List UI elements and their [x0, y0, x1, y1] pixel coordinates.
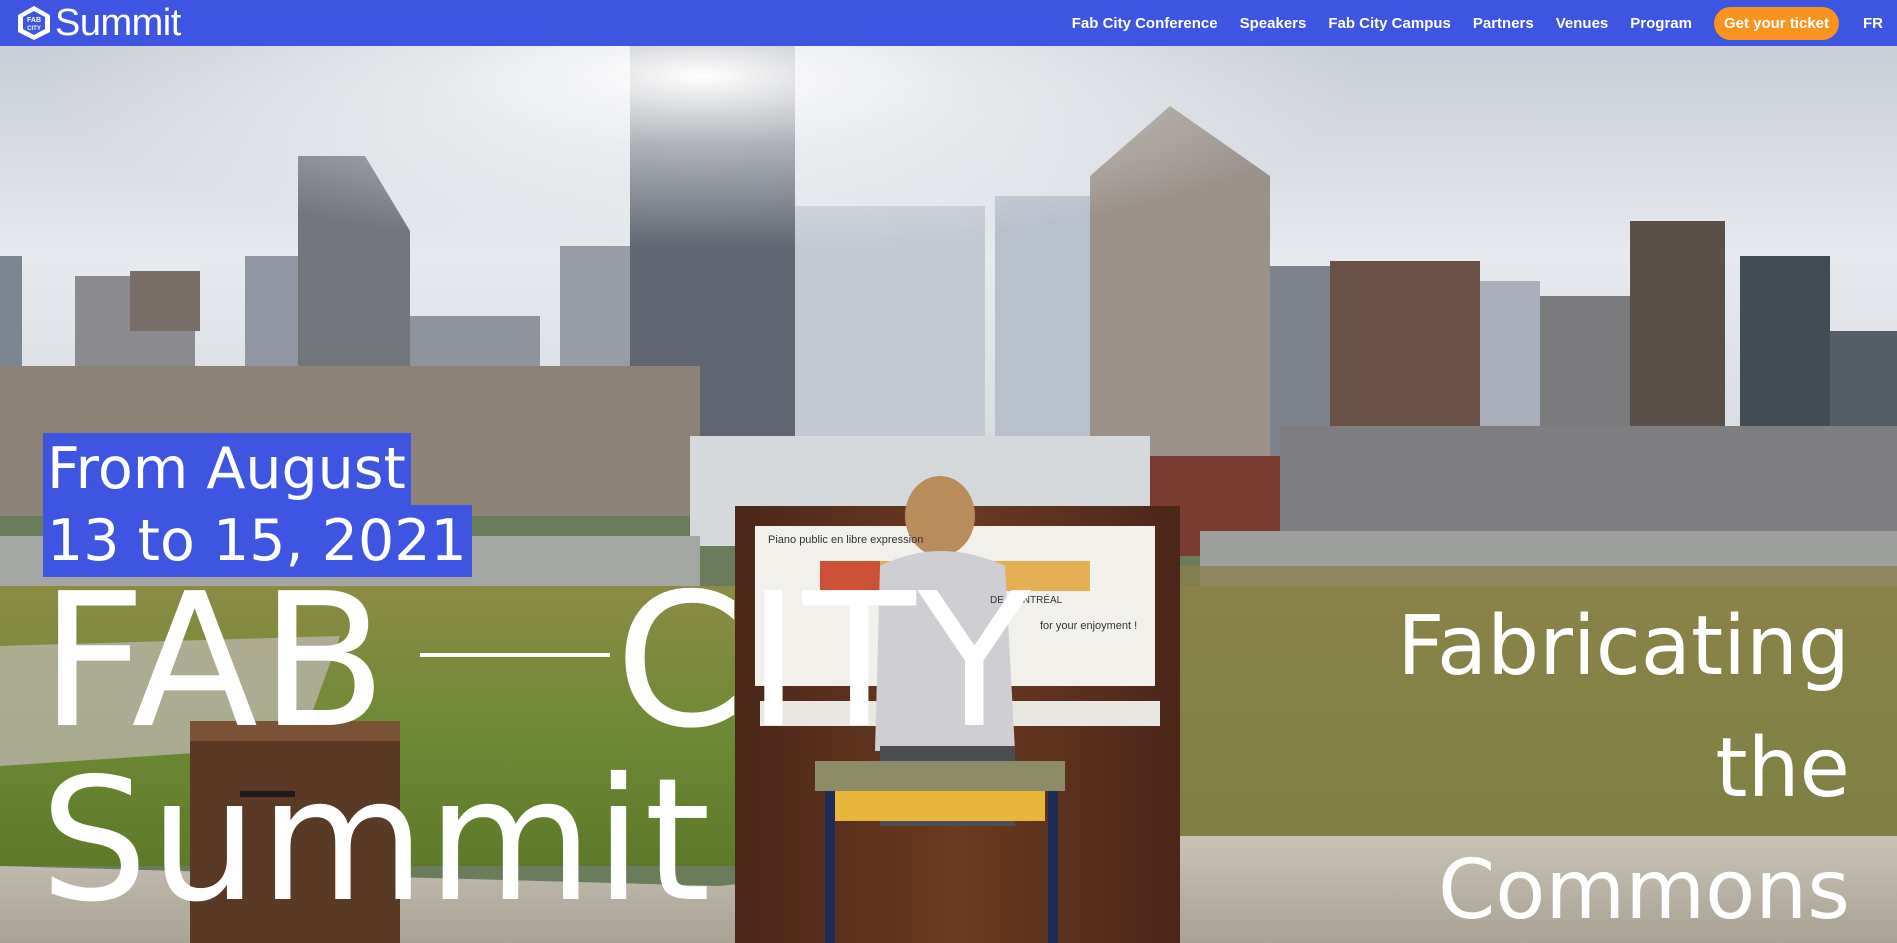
- fab-city-logo-icon: FAB CITY: [18, 6, 50, 40]
- tagline-line-1: Fabricating: [1397, 599, 1850, 694]
- top-navbar: FAB CITY Summit Fab City Conference Spea…: [0, 0, 1897, 46]
- tagline-line-2: the: [1715, 721, 1850, 816]
- hero-tagline: Fabricating the Commons: [1397, 586, 1850, 943]
- nav-speakers[interactable]: Speakers: [1240, 15, 1307, 32]
- nav-program[interactable]: Program: [1630, 15, 1692, 32]
- title-dash-divider: [420, 653, 610, 657]
- language-switch-link[interactable]: FR: [1863, 15, 1883, 32]
- hero-section: Piano public en libre expression DE MONT…: [0, 46, 1897, 943]
- site-logo[interactable]: FAB CITY Summit: [15, 2, 181, 44]
- main-nav: Fab City Conference Speakers Fab City Ca…: [1072, 0, 1883, 46]
- piano-sign-top-text: Piano public en libre expression: [768, 534, 923, 546]
- logo-text: Summit: [55, 2, 181, 44]
- piano-sign-bottom-text: for your enjoyment !: [1040, 620, 1137, 632]
- nav-fab-city-campus[interactable]: Fab City Campus: [1328, 15, 1451, 32]
- get-ticket-button[interactable]: Get your ticket: [1713, 6, 1839, 40]
- nav-partners[interactable]: Partners: [1473, 15, 1534, 32]
- svg-text:CITY: CITY: [27, 26, 41, 32]
- title-city: CITY: [615, 553, 1033, 769]
- nav-venues[interactable]: Venues: [1556, 15, 1609, 32]
- nav-fab-city-conference[interactable]: Fab City Conference: [1072, 15, 1218, 32]
- title-fab: FAB: [40, 553, 389, 769]
- svg-text:FAB: FAB: [27, 17, 41, 24]
- title-summit: Summit: [40, 742, 713, 940]
- event-date-line-1: From August: [43, 433, 411, 505]
- tagline-line-3: Commons: [1437, 843, 1850, 938]
